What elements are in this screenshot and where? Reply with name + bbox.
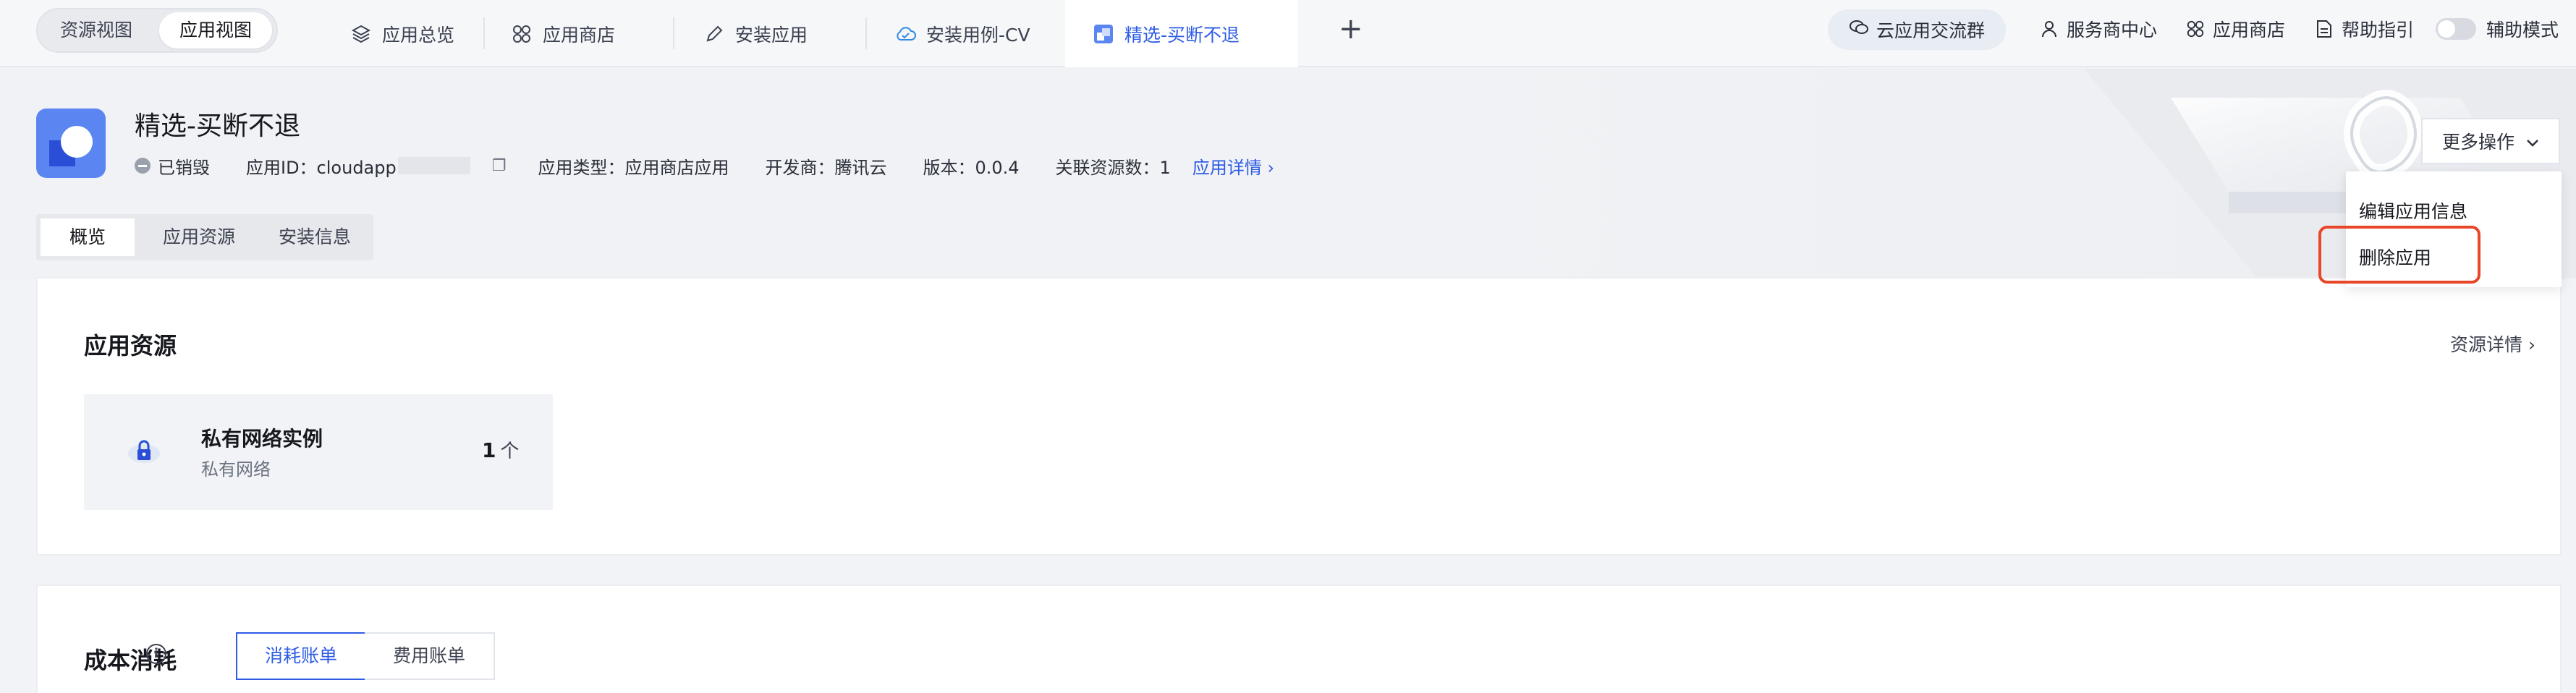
status-icon — [135, 158, 151, 174]
status-badge: 已销毁 — [158, 157, 210, 178]
tab-label: 精选-买断不退 — [1124, 24, 1240, 46]
app-meta-row: 已销毁 应用ID：cloudapp ❐ 应用类型：应用商店应用 开发商：腾讯云 … — [135, 153, 1274, 179]
service-center-label: 服务商中心 — [2067, 20, 2158, 41]
tab-install-info[interactable]: 安装信息 — [260, 218, 369, 256]
pencil-icon — [703, 23, 725, 45]
resource-item[interactable]: 私有网络实例 私有网络 1个 — [84, 394, 553, 510]
tab-install-case[interactable]: 安装用例-CV — [894, 0, 1030, 67]
app-icon — [1093, 23, 1114, 45]
top-bar: 资源视图 应用视图 应用总览 应用商店 安装应用 安装用例-CV 精选-买断不退 — [0, 0, 2576, 67]
app-header: 精选-买断不退 已销毁 应用ID：cloudapp ❐ 应用类型：应用商店应用 … — [0, 69, 2576, 279]
chat-icon — [1849, 18, 1869, 41]
app-details-link[interactable]: 应用详情 › — [1192, 153, 1274, 179]
cloud-icon — [894, 23, 916, 45]
tab-app-overview[interactable]: 应用总览 — [350, 0, 454, 67]
document-icon — [2314, 19, 2334, 39]
assist-mode-label: 辅助模式 — [2486, 20, 2559, 41]
resource-count-value: 1个 — [482, 436, 520, 463]
tab-install-app[interactable]: 安装应用 — [703, 0, 808, 67]
resource-count: 关联资源数：1 — [1055, 157, 1171, 178]
app-logo — [36, 109, 106, 178]
tab-divider — [865, 17, 867, 49]
count-number: 1 — [482, 438, 496, 462]
vpc-lock-icon — [128, 440, 160, 463]
store-label: 应用商店 — [2213, 20, 2286, 41]
tab-app-resources[interactable]: 应用资源 — [145, 218, 253, 256]
resource-view-option[interactable]: 资源视图 — [42, 12, 151, 48]
user-icon — [2039, 19, 2059, 39]
resource-type: 私有网络 — [201, 459, 271, 480]
resource-name: 私有网络实例 — [201, 427, 323, 451]
help-link[interactable]: 帮助指引 — [2314, 0, 2414, 58]
assist-mode-toggle[interactable]: 辅助模式 — [2436, 0, 2559, 58]
app-view-option[interactable]: 应用视图 — [159, 12, 272, 48]
community-label: 云应用交流群 — [1876, 20, 1985, 41]
add-tab-button[interactable]: + — [1339, 13, 1363, 45]
app-resources-card: 应用资源 资源详情 › 私有网络实例 私有网络 1个 — [36, 277, 2562, 556]
count-unit: 个 — [500, 441, 520, 462]
resources-title: 应用资源 — [84, 332, 177, 360]
layers-icon — [350, 23, 372, 45]
copy-icon[interactable]: ❐ — [492, 157, 507, 175]
tab-featured-app[interactable]: 精选-买断不退 — [1065, 0, 1298, 67]
tab-divider — [673, 17, 674, 49]
tab-label: 应用总览 — [382, 24, 455, 46]
fee-bill-tab[interactable]: 费用账单 — [365, 632, 495, 680]
app-type: 应用类型：应用商店应用 — [538, 157, 729, 178]
tab-label: 安装应用 — [735, 24, 808, 46]
app-id-mask — [397, 157, 470, 174]
resource-details-link[interactable]: 资源详情 › — [2450, 331, 2535, 357]
tab-app-store[interactable]: 应用商店 — [511, 0, 615, 67]
chevron-down-icon — [2526, 131, 2539, 152]
cost-card: 成本消耗 i 消耗账单 费用账单 — [36, 584, 2562, 693]
app-title: 精选-买断不退 — [135, 111, 300, 141]
highlight-box — [2318, 226, 2480, 284]
grid-icon — [511, 23, 533, 45]
info-icon[interactable]: i — [146, 644, 166, 664]
consumption-bill-tab[interactable]: 消耗账单 — [236, 632, 366, 680]
app-id: 应用ID：cloudapp — [246, 157, 397, 178]
version: 版本：0.0.4 — [923, 157, 1020, 178]
view-switch: 资源视图 应用视图 — [36, 8, 278, 53]
help-label: 帮助指引 — [2342, 20, 2415, 41]
tab-overview[interactable]: 概览 — [41, 218, 135, 256]
more-actions-button[interactable]: 更多操作 — [2421, 118, 2560, 164]
sub-tabs: 概览 应用资源 安装信息 — [36, 214, 373, 260]
more-actions-label: 更多操作 — [2441, 132, 2514, 153]
community-group-button[interactable]: 云应用交流群 — [1828, 9, 2006, 50]
tab-label: 应用商店 — [543, 24, 616, 46]
developer: 开发商：腾讯云 — [765, 157, 887, 178]
toggle-switch[interactable] — [2436, 18, 2476, 40]
service-center-link[interactable]: 服务商中心 — [2039, 0, 2157, 58]
tab-label: 安装用例-CV — [926, 24, 1030, 46]
store-link[interactable]: 应用商店 — [2185, 0, 2285, 58]
edit-app-info-item[interactable]: 编辑应用信息 — [2359, 197, 2467, 224]
tab-divider — [483, 17, 485, 49]
grid-icon — [2185, 19, 2206, 39]
